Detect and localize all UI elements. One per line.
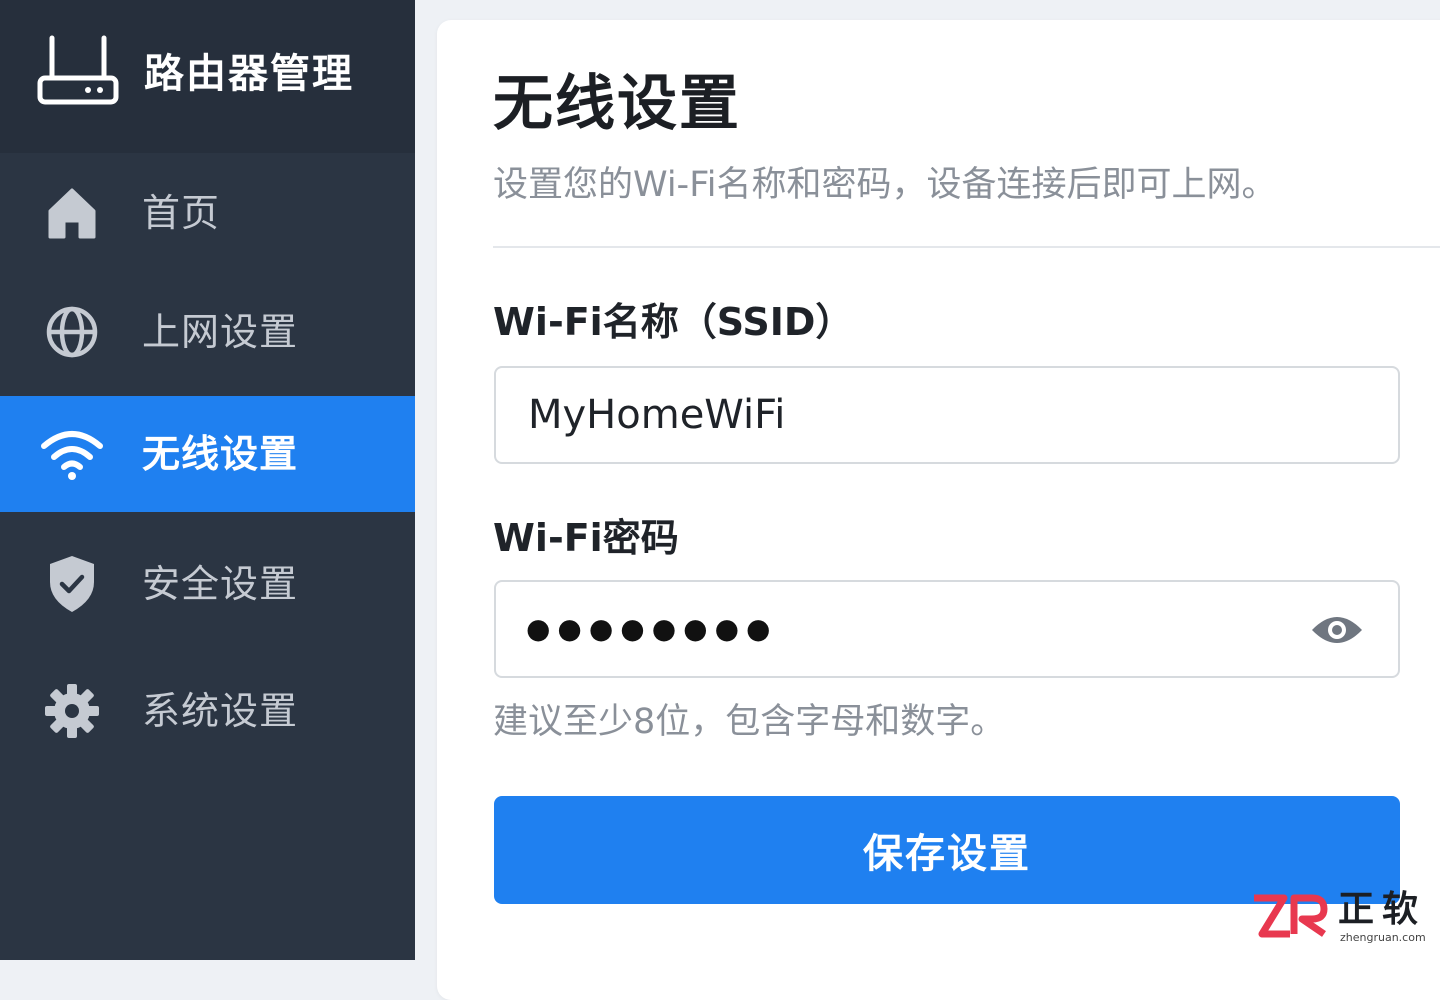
globe-icon xyxy=(46,306,98,358)
page-subtitle: 设置您的Wi-Fi名称和密码，设备连接后即可上网。 xyxy=(493,165,1277,205)
password-input[interactable]: ●●●●●●●● xyxy=(526,582,777,676)
password-hint: 建议至少8位，包含字母和数字。 xyxy=(493,702,1006,742)
home-icon xyxy=(48,188,96,239)
ssid-field[interactable] xyxy=(494,366,1400,464)
ssid-label: Wi-Fi名称（SSID） xyxy=(493,300,854,344)
page-title: 无线设置 xyxy=(493,69,741,139)
ssid-input[interactable] xyxy=(528,368,1288,462)
sidebar-item-label: 安全设置 xyxy=(142,562,299,606)
divider xyxy=(493,246,1440,248)
brand-header: 路由器管理 xyxy=(0,0,415,153)
password-label: Wi-Fi密码 xyxy=(493,516,679,560)
sidebar-item-label: 无线设置 xyxy=(142,432,299,476)
sidebar-item-home[interactable]: 首页 xyxy=(0,155,415,271)
sidebar-item-label: 系统设置 xyxy=(142,689,299,733)
sidebar-item-label: 首页 xyxy=(142,191,221,235)
sidebar-item-wireless[interactable]: 无线设置 xyxy=(0,396,415,512)
eye-icon[interactable] xyxy=(1310,612,1364,648)
gear-icon xyxy=(45,684,99,738)
sidebar-item-system[interactable]: 系统设置 xyxy=(0,653,415,769)
app-title: 路由器管理 xyxy=(144,51,354,97)
router-icon xyxy=(37,35,119,105)
sidebar-item-label: 上网设置 xyxy=(142,310,299,354)
wifi-icon xyxy=(41,431,103,480)
watermark-url: zhengruan.com xyxy=(1340,931,1426,944)
shield-check-icon xyxy=(50,556,94,612)
watermark-brand: 正软 xyxy=(1338,889,1427,930)
password-field[interactable]: ●●●●●●●● xyxy=(494,580,1400,678)
sidebar-item-security[interactable]: 安全设置 xyxy=(0,526,415,642)
watermark: 正软 zhengruan.com xyxy=(1250,888,1435,948)
sidebar-item-internet[interactable]: 上网设置 xyxy=(0,274,415,390)
zr-logo-icon xyxy=(1254,894,1328,938)
sidebar: 路由器管理 首页 上网设置 无线设置 安全设置 系统设置 xyxy=(0,0,415,960)
